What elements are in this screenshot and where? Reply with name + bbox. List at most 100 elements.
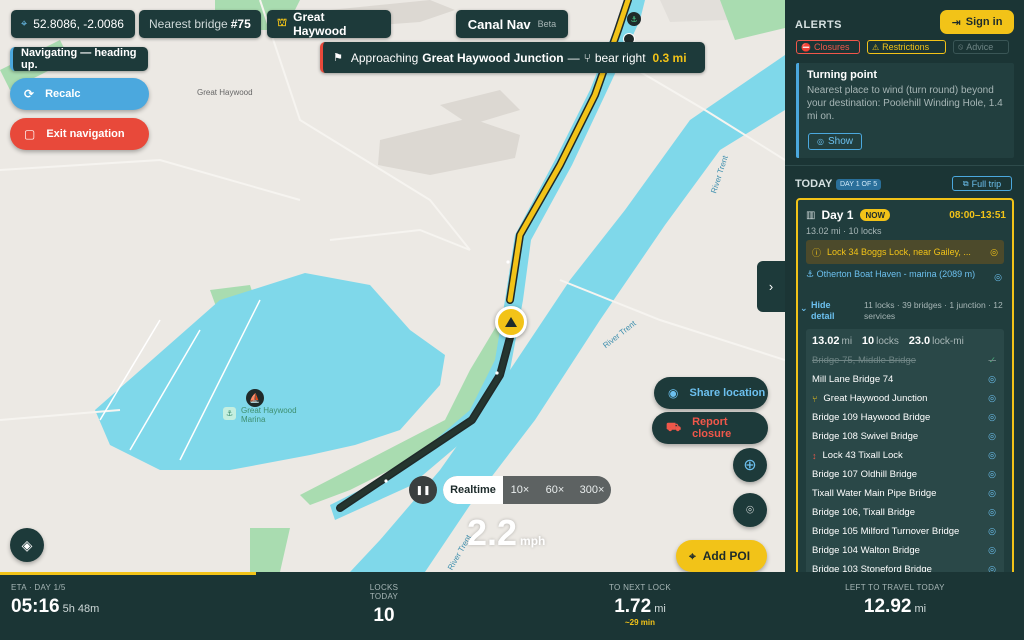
exit-navigation-label: Exit navigation [46,128,125,140]
pin-icon: ◎ [988,374,996,384]
list-item[interactable]: ⑂ Great Haywood Junction ◎ [812,393,996,404]
pin-plus-icon: ⌖ [689,548,696,563]
speed-realtime[interactable]: Realtime [443,476,503,504]
nearest-bridge-chip[interactable]: Nearest bridge #75 [139,10,261,38]
next-lock-unit: mi [654,603,666,615]
app-name: Canal Nav [467,16,531,32]
layers-button[interactable]: ◈ [10,528,44,562]
list-item[interactable]: Bridge 106, Tixall Bridge ◎ [812,507,996,518]
filter-advice[interactable]: ⦸ Advice [953,40,1009,54]
stat-locks: 10 [861,335,875,347]
sign-in-label: Sign in [965,16,1003,28]
stat-locks-today: LOCKS TODAY 10 [355,583,413,627]
banner-distance: 0.3 mi [652,50,687,65]
list-item[interactable]: Bridge 108 Swivel Bridge ◎ [812,431,996,442]
banner-action: bear right [594,50,646,65]
full-trip-button[interactable]: ⧉ Full trip [952,176,1012,191]
anchor-icon: ⚓ [806,269,817,279]
left-value: 12.92 [863,596,912,617]
speed-60x[interactable]: 60× [537,476,573,504]
banner-place: Great Haywood Junction [422,50,564,65]
list-item[interactable]: Bridge 109 Haywood Bridge ◎ [812,412,996,423]
destination-row[interactable]: ⚓ Otherton Boat Haven - marina (2089 m) … [806,268,1004,282]
list-item[interactable]: Mill Lane Bridge 74 ◎ [812,374,996,385]
point-label: Lock 43 Tixall Lock [822,450,903,461]
point-label: Bridge 104 Walton Bridge [812,545,920,556]
app-tag: Beta [537,19,557,29]
trip-progress-bar [0,572,256,575]
list-item[interactable]: Tixall Water Main Pipe Bridge ◎ [812,488,996,499]
collapse-sidebar-button[interactable]: › [757,261,785,312]
nearest-bridge-label: Nearest bridge [149,17,228,31]
eta-duration: 5h 48m [62,603,100,615]
exit-navigation-button[interactable]: ▢ Exit navigation [10,118,149,150]
show-label: Show [827,136,853,147]
eta-label: ETA · DAY 1/5 [11,583,66,592]
lock-icon: ↕ [812,450,817,461]
coordinates-chip[interactable]: ⌖ 52.8086, -2.0086 [11,10,135,38]
point-label: Bridge 75, Middle Bridge [812,355,917,366]
report-closure-button[interactable]: ⛟ Report closure [652,412,768,444]
bridge-icon: ⛫ [277,17,288,29]
hide-detail-toggle[interactable]: ⌄ Hide detail [800,300,850,322]
filter-restrictions[interactable]: ⚠ Restrictions [867,40,946,54]
flag-icon: ⚑ [333,52,343,64]
pin-icon: ◎ [988,469,996,479]
point-label: Bridge 109 Haywood Bridge [812,412,931,423]
turning-point-alert: Turning point Nearest place to wind (tur… [796,63,1014,158]
square-icon: ▢ [24,127,36,141]
list-item[interactable]: Bridge 103 Stoneford Bridge ◎ [812,564,996,572]
recalc-button[interactable]: ⟳ Recalc [10,78,149,110]
pin-icon: ◎ [990,246,998,257]
next-lock-row[interactable]: ⓘ Lock 34 Boggs Lock, near Gailey, ... ◎ [806,240,1004,264]
sign-in-button[interactable]: ⇥ Sign in [940,10,1014,34]
divider [785,165,1024,166]
stat-eta: ETA · DAY 1/5 05:16 5h 48m [11,583,99,618]
recenter-button[interactable]: ⊕ [733,448,767,482]
share-location-label: Share location [689,387,766,399]
left-label: LEFT TO TRAVEL TODAY [845,583,945,592]
stat-mi: 13.02 [812,335,840,347]
list-item[interactable]: Bridge 107 Oldhill Bridge ◎ [812,469,996,480]
speed-300x[interactable]: 300× [573,476,611,504]
list-item[interactable]: Bridge 75, Middle Bridge ✓ [812,355,996,366]
truck-icon: ⛟ [666,420,682,434]
list-item[interactable]: ↕ Lock 43 Tixall Lock ◎ [812,450,996,461]
trip-stats-bar: ETA · DAY 1/5 05:16 5h 48m LOCKS TODAY 10… [0,572,1024,640]
speed-10x[interactable]: 10× [503,476,537,504]
speed-unit: mph [520,534,546,548]
list-item[interactable]: Bridge 105 Milford Turnover Bridge ◎ [812,526,996,537]
show-button[interactable]: ◎ Show [808,133,862,150]
chevron-down-icon: ⌄ [800,303,808,313]
crosshair-icon: ⌖ [21,17,28,30]
pin-icon: ◎ [988,564,996,572]
anchor-marker-icon[interactable]: ⚓ [627,12,641,26]
pin-icon: ◎ [988,431,996,441]
coordinates-text: 52.8086, -2.0086 [33,17,124,31]
fork-icon: ⑂ [812,393,818,404]
share-location-button[interactable]: ◉ Share location [654,377,768,409]
map-label-marina: Great Haywood Marina [241,406,297,424]
add-poi-button[interactable]: ⌖ Add POI [676,540,767,572]
location-chip[interactable]: ⛫ Great Haywood [267,10,391,38]
chevron-right-icon: › [768,279,774,294]
nearest-bridge-number: #75 [230,17,251,31]
locks-label: LOCKS TODAY [369,583,399,601]
marina-boat-marker-icon[interactable]: ⛵ [246,389,264,407]
stat-lockmi-unit: lock-mi [932,336,964,347]
layers-icon: ◈ [21,536,33,553]
today-title: TODAY [795,178,833,190]
closure-icon: ⛔ [801,42,811,52]
stat-left-today: LEFT TO TRAVEL TODAY 12.92 mi [845,583,945,618]
day-stats: 13.02 mi 10 locks 23.0 lock-mi [812,335,971,347]
stat-locks-unit: locks [876,336,899,347]
app-brand: Canal Nav Beta [456,10,568,38]
turning-point-title: Turning point [807,69,878,81]
filter-closures[interactable]: ⛔ Closures [796,40,860,54]
recalc-label: Recalc [45,88,81,100]
drop-pin-button[interactable]: ⌾ [733,493,767,527]
pause-button[interactable]: ❚❚ [409,476,437,504]
marina-anchor-icon: ⚓ [223,407,236,420]
list-item[interactable]: Bridge 104 Walton Bridge ◎ [812,545,996,556]
day-title: Day 1 [821,208,854,222]
